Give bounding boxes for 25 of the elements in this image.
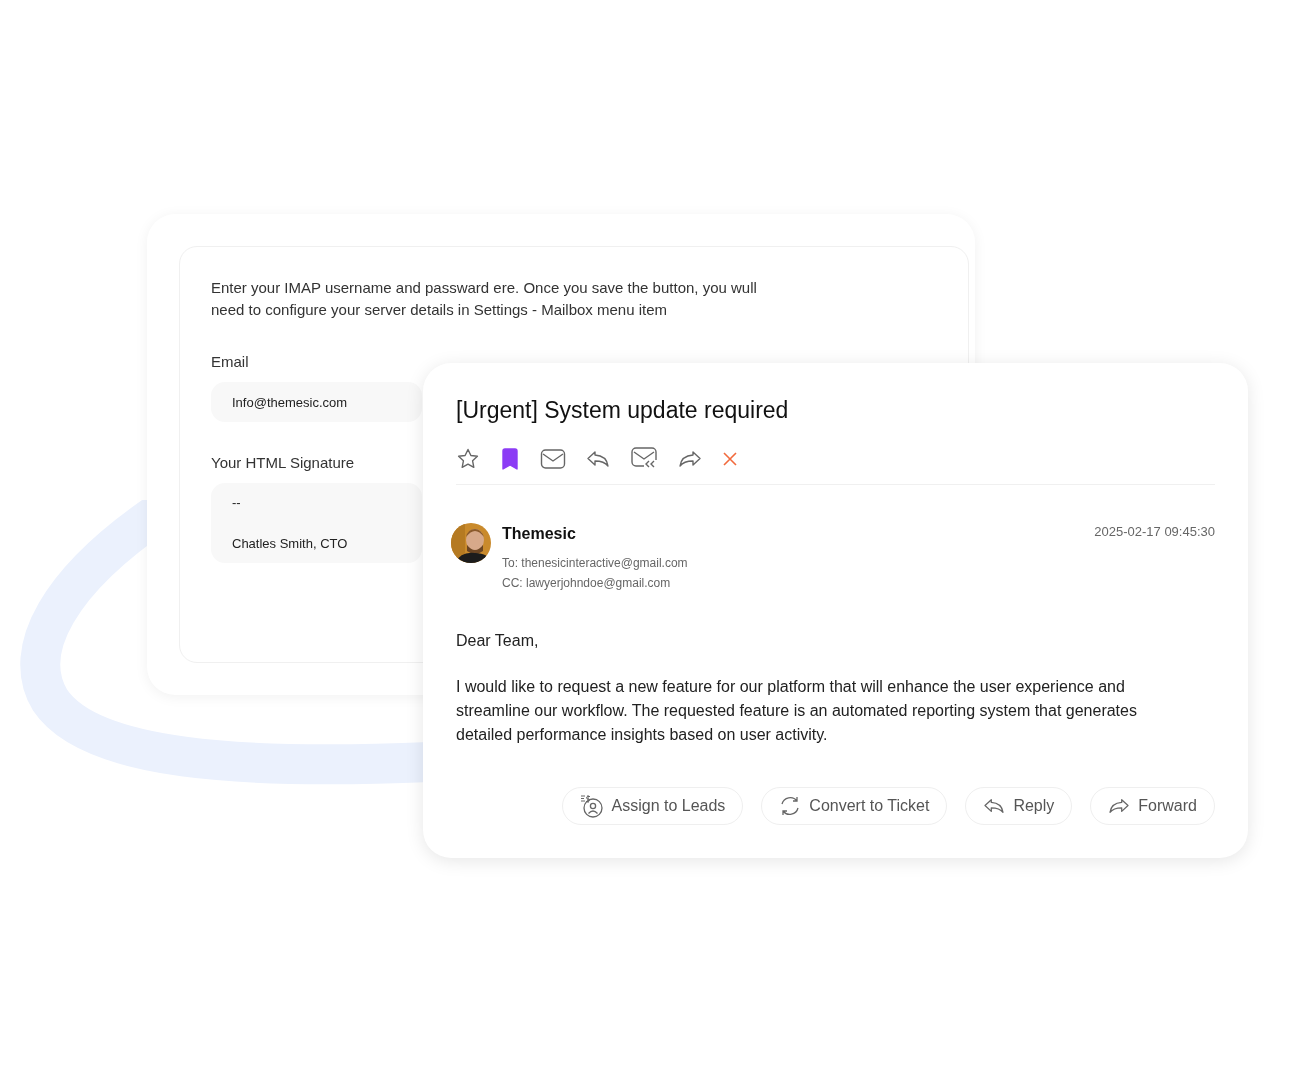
- email-field[interactable]: Info@themesic.com: [211, 382, 422, 422]
- star-icon[interactable]: [456, 447, 480, 471]
- cc-address: CC: lawyerjohndoe@gmail.com: [502, 575, 672, 592]
- close-icon[interactable]: [722, 451, 738, 467]
- message-paragraph: Dear Team,: [456, 631, 540, 651]
- field-label: Your HTML Signature: [211, 454, 355, 471]
- user-dollar-icon: [579, 794, 604, 818]
- reply-button[interactable]: Reply: [965, 787, 1073, 825]
- field-label: Email: [211, 353, 249, 370]
- convert-button[interactable]: Convert to Ticket: [761, 787, 948, 825]
- bookmark-icon[interactable]: [500, 447, 520, 471]
- assign-button[interactable]: Assign to Leads: [561, 787, 744, 825]
- signature-field[interactable]: -- Chatles Smith, CTO: [211, 483, 422, 563]
- forward-icon: [1108, 797, 1131, 815]
- message-paragraph: I would like to request a new feature for our platform that will enhance the user experience and streamline our workflow. The requested feature is an automated reporting system that generates detailed performance insights based on user activity.: [456, 677, 1138, 745]
- forward-icon[interactable]: [678, 449, 702, 469]
- forward-button[interactable]: Forward: [1090, 787, 1215, 825]
- sent-date: 2025-02-17 09:45:30: [1094, 524, 1215, 539]
- email-subject: [Urgent] System update required: [456, 397, 790, 424]
- reply-icon[interactable]: [586, 449, 610, 469]
- sender-name: Themesic: [502, 525, 577, 543]
- recipient-address: To: thenesicinteractive@gmail.com: [502, 555, 689, 572]
- envelope-icon[interactable]: [540, 448, 566, 470]
- intro-text: Enter your IMAP username and passward ere. Once you save the button, you wull need to configure your server details in Settings - Mailbox menu item: [211, 278, 758, 320]
- reply-icon: [983, 797, 1006, 815]
